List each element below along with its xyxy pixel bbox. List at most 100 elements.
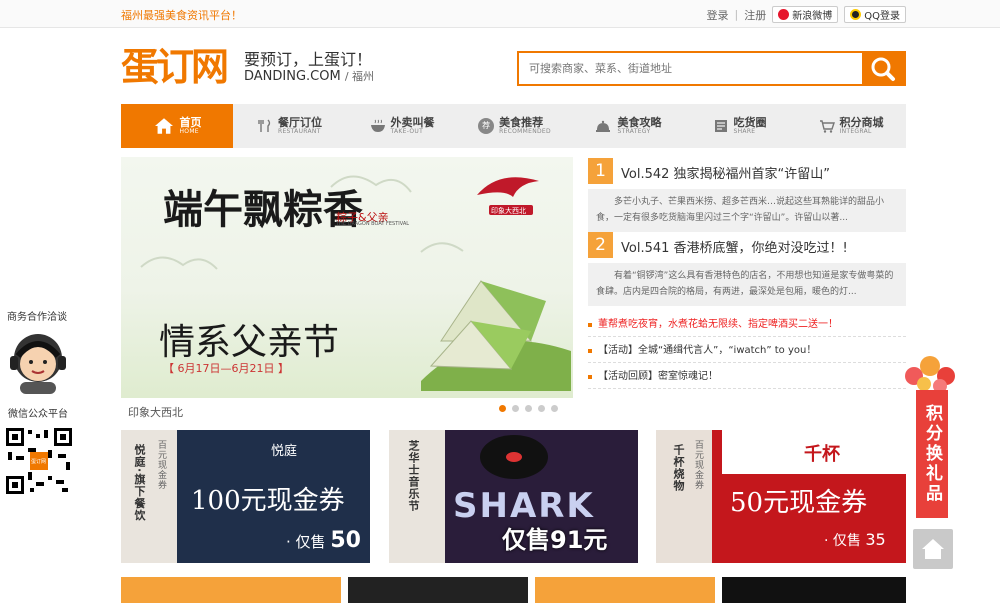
promo-tile[interactable] — [722, 577, 906, 603]
nav-label: 餐厅订位 — [278, 116, 322, 130]
promo-tile[interactable] — [348, 577, 528, 603]
carousel-dot[interactable] — [551, 405, 558, 412]
restaurant-logo-text: 印象大西北 — [491, 207, 526, 215]
site-logo[interactable]: 蛋订网 — [121, 44, 237, 90]
qr-center-logo: 蛋订网 — [31, 459, 47, 465]
banner-caption: 印象大西北 — [128, 406, 183, 419]
coupon-title: 100元现金券 — [191, 486, 345, 516]
nav-sublabel: RECOMMENDED — [499, 127, 551, 135]
dish-cover-icon — [595, 120, 610, 132]
wechat-label: 微信公众平台 — [8, 409, 68, 420]
nav-integral[interactable]: 积分商城 INTEGRAL — [796, 104, 906, 148]
city-selector[interactable]: / 福州 — [345, 70, 374, 83]
news-link[interactable]: 【活动回顾】密室惊魂记！ — [588, 365, 906, 389]
carousel-dot[interactable] — [499, 405, 506, 412]
carousel-dot[interactable] — [525, 405, 532, 412]
nav-recommended[interactable]: 荐 美食推荐 RECOMMENDED — [458, 104, 571, 148]
coupon-price-label: · 仅售 — [286, 533, 326, 551]
coupon-price: 35 — [865, 530, 886, 549]
coupon-brand: 芝华士音乐节 — [407, 440, 420, 512]
account-links: 登录 | 注册 新浪微博 QQ登录 — [707, 6, 906, 23]
home-icon — [922, 539, 944, 559]
coupon-logo: 千杯 — [722, 430, 906, 474]
note-icon — [714, 120, 727, 132]
search-icon — [871, 57, 895, 81]
coupon-card[interactable]: 芝华士音乐节 SHARK 仅售91元 — [389, 430, 638, 563]
news-link[interactable]: 【活动】全城“通缉代言人”，“iwatch” to you！ — [588, 339, 906, 363]
banner-dates: 【 6月17日—6月21日 】 — [163, 362, 289, 375]
news-link[interactable]: 董帮煮吃夜宵，水煮花蛤无限续、指定啤酒买二送一！ — [588, 313, 906, 337]
carousel-dots — [499, 405, 558, 412]
coupon-brand: 千杯烧物 — [672, 444, 685, 492]
site-domain: DANDING.COM / 福州 — [244, 68, 374, 84]
coupon-type: 百元现金券 — [156, 440, 166, 490]
right-float-panel: 积分换礼品 — [896, 350, 966, 550]
qq-penguin-icon — [850, 9, 862, 20]
carousel-dot[interactable] — [538, 405, 545, 412]
top-bar: 福州最强美食资讯平台！ 登录 | 注册 新浪微博 QQ登录 — [0, 0, 1000, 28]
promo-tile[interactable] — [121, 577, 341, 603]
nav-label: 首页 — [179, 116, 202, 130]
nav-label: 积分商城 — [839, 116, 884, 130]
article-summary: 多芒小丸子、芒果西米捞、超多芒西米…说起这些耳熟能详的甜品小食，一定有很多吃货脑… — [588, 189, 906, 232]
nav-label: 美食攻略 — [617, 116, 662, 130]
article-number: 2 — [588, 232, 613, 258]
nav-sublabel: STRATEGY — [617, 127, 651, 135]
search-input[interactable] — [519, 53, 864, 84]
nav-sublabel: SHARE — [733, 127, 756, 135]
nav-home[interactable]: 首页 HOME — [121, 104, 233, 148]
hero-banner[interactable]: 端午飘粽香 情系父亲节 粽子&父亲 THE DRAGON BOAT FESTIV… — [121, 157, 573, 398]
home-icon — [154, 118, 173, 134]
coupon-card[interactable]: 千杯烧物 百元现金券 千杯 50元现金券 · 仅售 35 — [656, 430, 906, 563]
weibo-icon — [778, 9, 790, 20]
nav-strategy[interactable]: 美食攻略 STRATEGY — [571, 104, 683, 148]
article-title[interactable]: Vol.541 香港桥底蟹，你绝对没吃过！! — [621, 237, 848, 256]
cart-icon — [819, 120, 835, 133]
article-item[interactable]: 2 Vol.541 香港桥底蟹，你绝对没吃过！! 有着“铜锣湾”这么具有香港特色… — [588, 232, 906, 308]
vinyl-record-icon — [480, 435, 548, 479]
points-exchange-button[interactable]: 积分换礼品 — [916, 390, 948, 518]
nav-takeout[interactable]: 外卖叫餐 TAKE-OUT — [346, 104, 458, 148]
search-box — [517, 51, 906, 86]
article-item[interactable]: 1 Vol.542 独家揭秘福州首家“许留山” 多芒小丸子、芒果西米捞、超多芒西… — [588, 158, 906, 234]
nav-share[interactable]: 吃货圈 SHARE — [683, 104, 796, 148]
recommend-badge-icon: 荐 — [478, 118, 495, 134]
article-number: 1 — [588, 158, 613, 184]
domain-name: DANDING.COM — [244, 69, 341, 84]
nav-sublabel: INTEGRAL — [839, 127, 872, 135]
nav-sublabel: RESTAURANT — [278, 127, 321, 135]
nav-sublabel: HOME — [179, 127, 199, 135]
site-tagline: 要预订，上蛋订！ — [244, 50, 373, 69]
article-title[interactable]: Vol.542 独家揭秘福州首家“许留山” — [621, 163, 830, 182]
nav-sublabel: TAKE-OUT — [390, 127, 424, 135]
banner-subheadline: 情系父亲节 — [159, 322, 340, 363]
banner-english-subtitle: THE DRAGON BOAT FESTIVAL — [336, 221, 410, 227]
customer-service-avatar-icon[interactable] — [6, 328, 70, 396]
nav-restaurant[interactable]: 餐厅订位 RESTAURANT — [233, 104, 346, 148]
coupon-price-label: · 仅售 — [824, 533, 861, 549]
carousel-dot[interactable] — [512, 405, 519, 412]
login-link[interactable]: 登录 — [707, 7, 729, 23]
weibo-label: 新浪微博 — [792, 11, 833, 22]
nav-label: 吃货圈 — [733, 116, 767, 130]
promo-tile[interactable] — [535, 577, 715, 603]
main-nav: 首页 HOME 餐厅订位 RESTAURANT 外卖叫餐 TAKE-OUT 荐 美食推… — [121, 104, 906, 148]
back-to-top-button[interactable] — [913, 529, 953, 569]
search-button[interactable] — [862, 53, 904, 84]
coupon-card[interactable]: 悦庭·旗下餐饮 百元现金券 悦庭 100元现金券 · 仅售 50 — [121, 430, 370, 563]
coupon-type: 百元现金券 — [693, 440, 703, 490]
coupon-title: 50元现金券 — [730, 488, 868, 518]
register-link[interactable]: 注册 — [744, 7, 766, 23]
zongzi-illustration — [421, 280, 571, 391]
qq-login-button[interactable]: QQ登录 — [844, 6, 906, 23]
site-slogan: 福州最强美食资讯平台！ — [121, 9, 242, 22]
coupon-brand: 悦庭·旗下餐饮 — [133, 444, 146, 522]
weibo-login-button[interactable]: 新浪微博 — [772, 6, 839, 23]
bowl-icon — [370, 119, 385, 132]
coupon-title: 仅售91元 — [502, 526, 608, 554]
nav-label: 外卖叫餐 — [390, 116, 435, 130]
business-contact-label: 商务合作洽谈 — [7, 312, 67, 323]
coupon-price: 50 — [330, 528, 361, 553]
banner-headline: 端午飘粽香 — [163, 186, 363, 233]
article-summary: 有着“铜锣湾”这么具有香港特色的店名，不用想也知道是家专做粤菜的食肆。店内是四合… — [588, 263, 906, 306]
